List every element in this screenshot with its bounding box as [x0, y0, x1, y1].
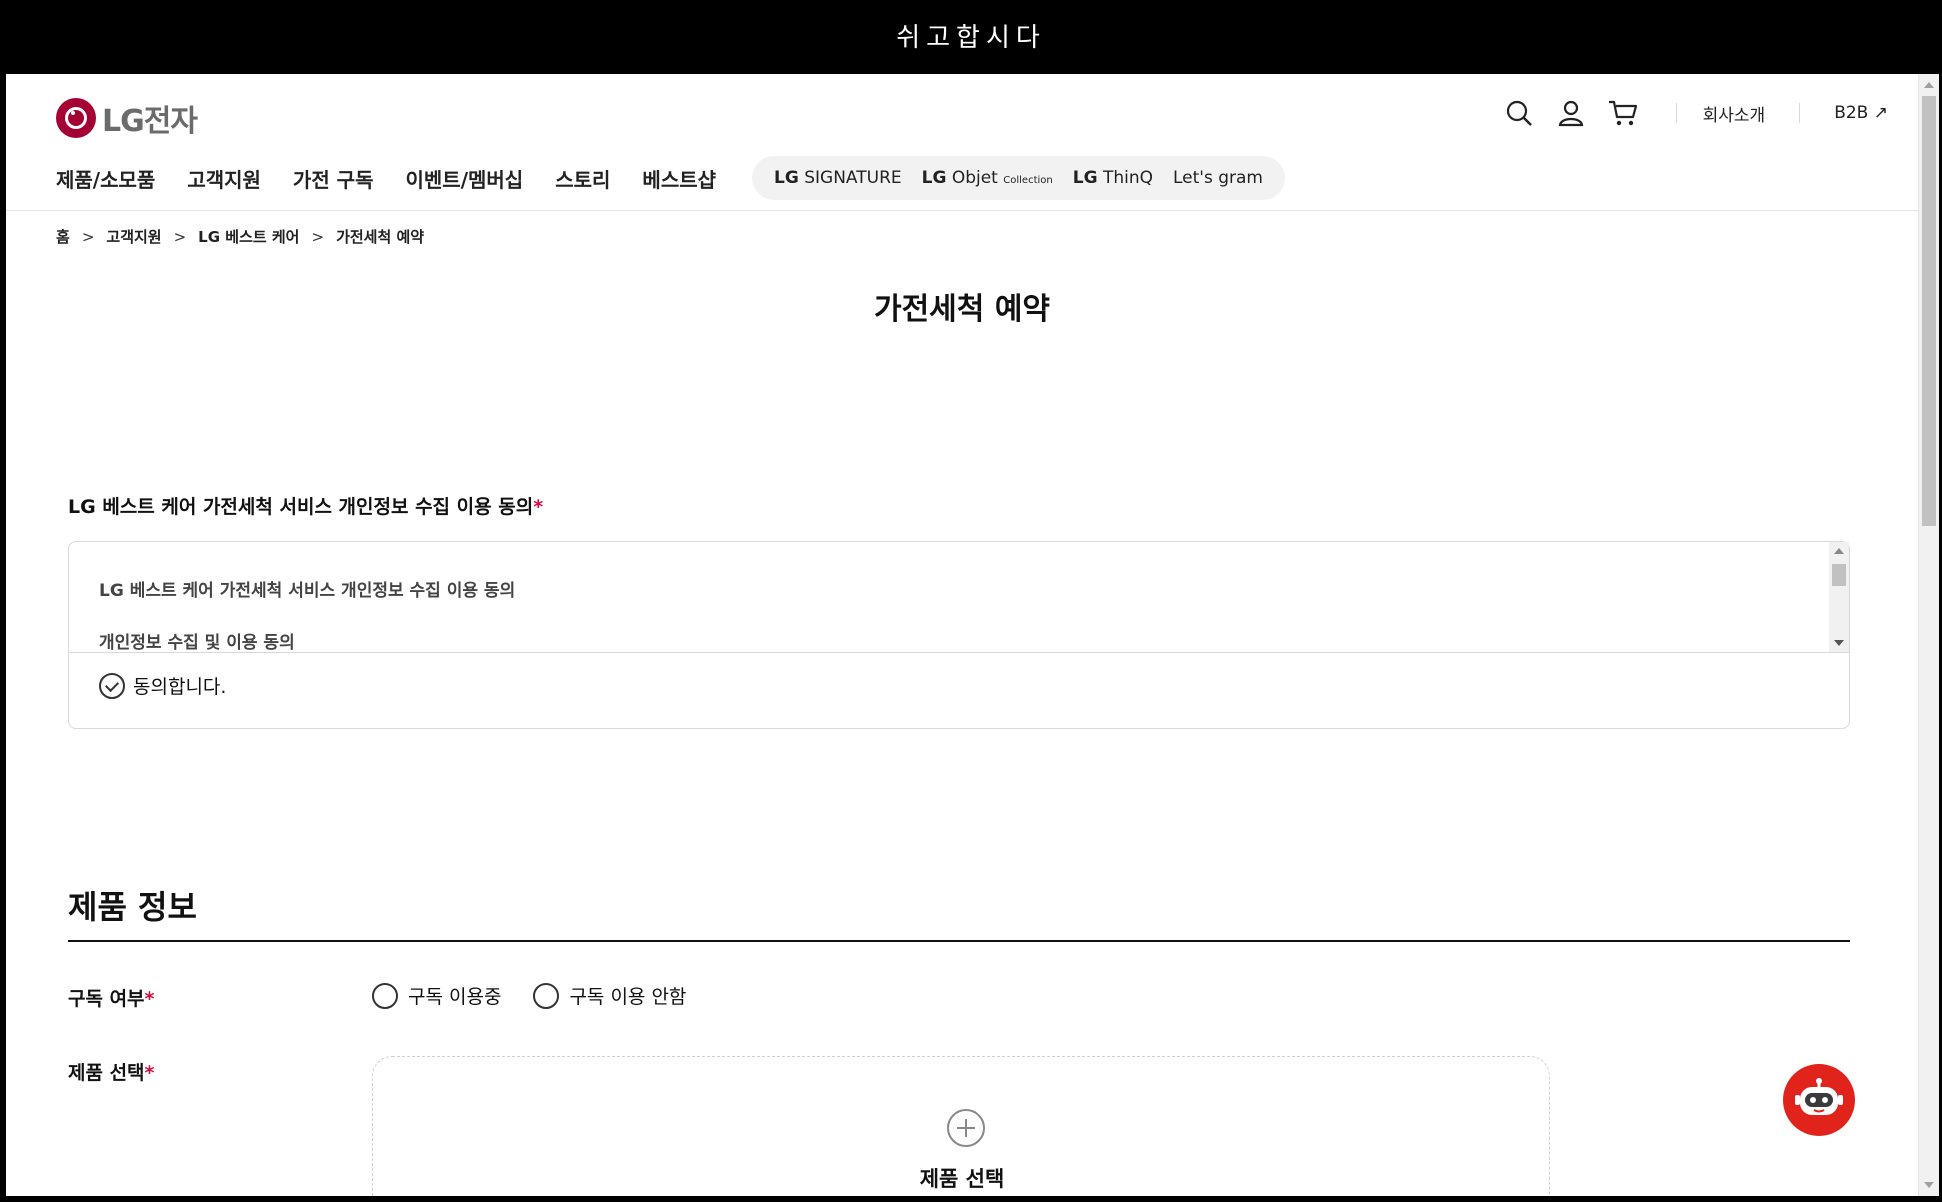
brand-prefix: LG: [774, 168, 799, 188]
brand-lg-thinq[interactable]: LG ThinQ: [1073, 168, 1153, 188]
nav-item-story[interactable]: 스토리: [555, 164, 610, 193]
required-mark: *: [533, 496, 544, 518]
terms-scroll-area[interactable]: LG 베스트 케어 가전세척 서비스 개인정보 수집 이용 동의 개인정보 수집…: [69, 542, 1849, 653]
lg-logo-mark-icon: [56, 98, 96, 138]
product-select-button[interactable]: 제품 선택: [372, 1056, 1550, 1196]
product-select-label: 제품 선택*: [68, 1058, 154, 1085]
brand-lg-signature[interactable]: LG SIGNATURE: [774, 168, 902, 188]
brand-lets-gram[interactable]: Let's gram: [1173, 168, 1263, 188]
breadcrumb-bestcare[interactable]: LG 베스트 케어: [198, 226, 299, 247]
radio-not-subscribed[interactable]: 구독 이용 안함: [533, 982, 686, 1009]
scroll-thumb[interactable]: [1832, 564, 1846, 586]
chevron-right-icon: >: [311, 227, 325, 246]
consent-title-text: LG 베스트 케어 가전세척 서비스 개인정보 수집 이용 동의: [68, 496, 534, 518]
scroll-up-arrow-icon[interactable]: [1924, 82, 1934, 88]
divider: [1675, 103, 1677, 123]
brand-name: ThinQ: [1102, 168, 1153, 188]
radio-subscribed[interactable]: 구독 이용중: [372, 982, 501, 1009]
scroll-up-arrow-icon[interactable]: [1834, 548, 1844, 554]
search-icon[interactable]: [1502, 96, 1536, 130]
nav-item-events[interactable]: 이벤트/멤버십: [406, 164, 524, 193]
brand-prefix: LG: [921, 168, 947, 188]
terms-heading: LG 베스트 케어 가전세척 서비스 개인정보 수집 이용 동의: [99, 581, 516, 601]
breadcrumb: 홈 > 고객지원 > LG 베스트 케어 > 가전세척 예약: [56, 226, 424, 247]
subscription-radio-group: 구독 이용중 구독 이용 안함: [372, 982, 718, 1009]
agree-label: 동의합니다.: [133, 676, 227, 698]
chevron-right-icon: >: [81, 227, 95, 246]
main-nav: 제품/소모품 고객지원 가전 구독 이벤트/멤버십 스토리 베스트샵 LG SI…: [56, 156, 1285, 200]
chevron-right-icon: >: [173, 227, 187, 246]
brand-lg-objet[interactable]: LG Objet Collection: [922, 168, 1053, 188]
robot-icon: [1795, 1078, 1843, 1115]
terms-subheading: 개인정보 수집 및 이용 동의: [99, 633, 295, 653]
page-title: 가전세척 예약: [873, 292, 1051, 327]
brand-links: LG SIGNATURE LG Objet Collection LG Thin…: [752, 156, 1285, 200]
terms-scrollbar[interactable]: [1829, 542, 1849, 652]
brand-name: SIGNATURE: [804, 168, 902, 188]
plus-circle-icon: [947, 1109, 985, 1147]
breadcrumb-home[interactable]: 홈: [56, 226, 70, 247]
product-select-label-text: 제품 선택: [68, 1062, 145, 1084]
required-mark: *: [144, 988, 155, 1010]
subscription-label-text: 구독 여부: [68, 988, 145, 1010]
company-intro-link[interactable]: 회사소개: [1703, 101, 1766, 126]
brand-suffix: Collection: [1003, 175, 1053, 186]
logo-text: LG전자: [102, 104, 198, 139]
required-mark: *: [144, 1062, 155, 1084]
window-title-bar: 쉬고합시다: [0, 0, 1942, 74]
cart-icon[interactable]: [1606, 96, 1640, 130]
radio-circle-icon[interactable]: [372, 982, 398, 1009]
brand-name: Objet: [951, 168, 998, 188]
radio-label: 구독 이용중: [408, 986, 502, 1008]
section-divider: [68, 940, 1850, 942]
browser-viewport: LG전자 회사소개 B2B ↗ 제품/소모품 고객지원 가전 구독 이벤트/멤버…: [6, 74, 1918, 1196]
nav-divider: [6, 210, 1918, 211]
nav-item-products[interactable]: 제품/소모품: [56, 164, 155, 193]
radio-label: 구독 이용 안함: [569, 986, 687, 1008]
divider: [1799, 103, 1801, 123]
scroll-down-arrow-icon[interactable]: [1834, 640, 1844, 646]
page-scrollbar[interactable]: [1918, 74, 1939, 1196]
radio-circle-icon[interactable]: [533, 982, 560, 1009]
lg-logo[interactable]: LG전자: [56, 96, 198, 140]
nav-item-subscription[interactable]: 가전 구독: [293, 164, 374, 193]
breadcrumb-current: 가전세척 예약: [336, 228, 425, 246]
utility-bar: 회사소개 B2B ↗: [1484, 96, 1888, 130]
subscription-label: 구독 여부*: [68, 984, 154, 1011]
b2b-link[interactable]: B2B ↗: [1834, 103, 1888, 123]
chatbot-button[interactable]: [1783, 1064, 1855, 1136]
product-select-text: 제품 선택: [919, 1167, 1005, 1191]
scroll-down-arrow-icon[interactable]: [1924, 1182, 1934, 1188]
scroll-thumb[interactable]: [1922, 96, 1936, 526]
brand-prefix: LG: [1072, 168, 1098, 188]
section-title: 제품 정보: [68, 888, 197, 926]
check-circle-icon[interactable]: [99, 672, 125, 699]
nav-item-support[interactable]: 고객지원: [187, 164, 261, 193]
consent-box: LG 베스트 케어 가전세척 서비스 개인정보 수집 이용 동의 개인정보 수집…: [68, 541, 1850, 729]
agree-checkbox[interactable]: 동의합니다.: [99, 672, 226, 699]
breadcrumb-support[interactable]: 고객지원: [106, 226, 161, 247]
consent-title: LG 베스트 케어 가전세척 서비스 개인정보 수집 이용 동의*: [68, 492, 543, 519]
nav-item-bestshop[interactable]: 베스트샵: [642, 164, 716, 193]
user-icon[interactable]: [1554, 96, 1588, 130]
